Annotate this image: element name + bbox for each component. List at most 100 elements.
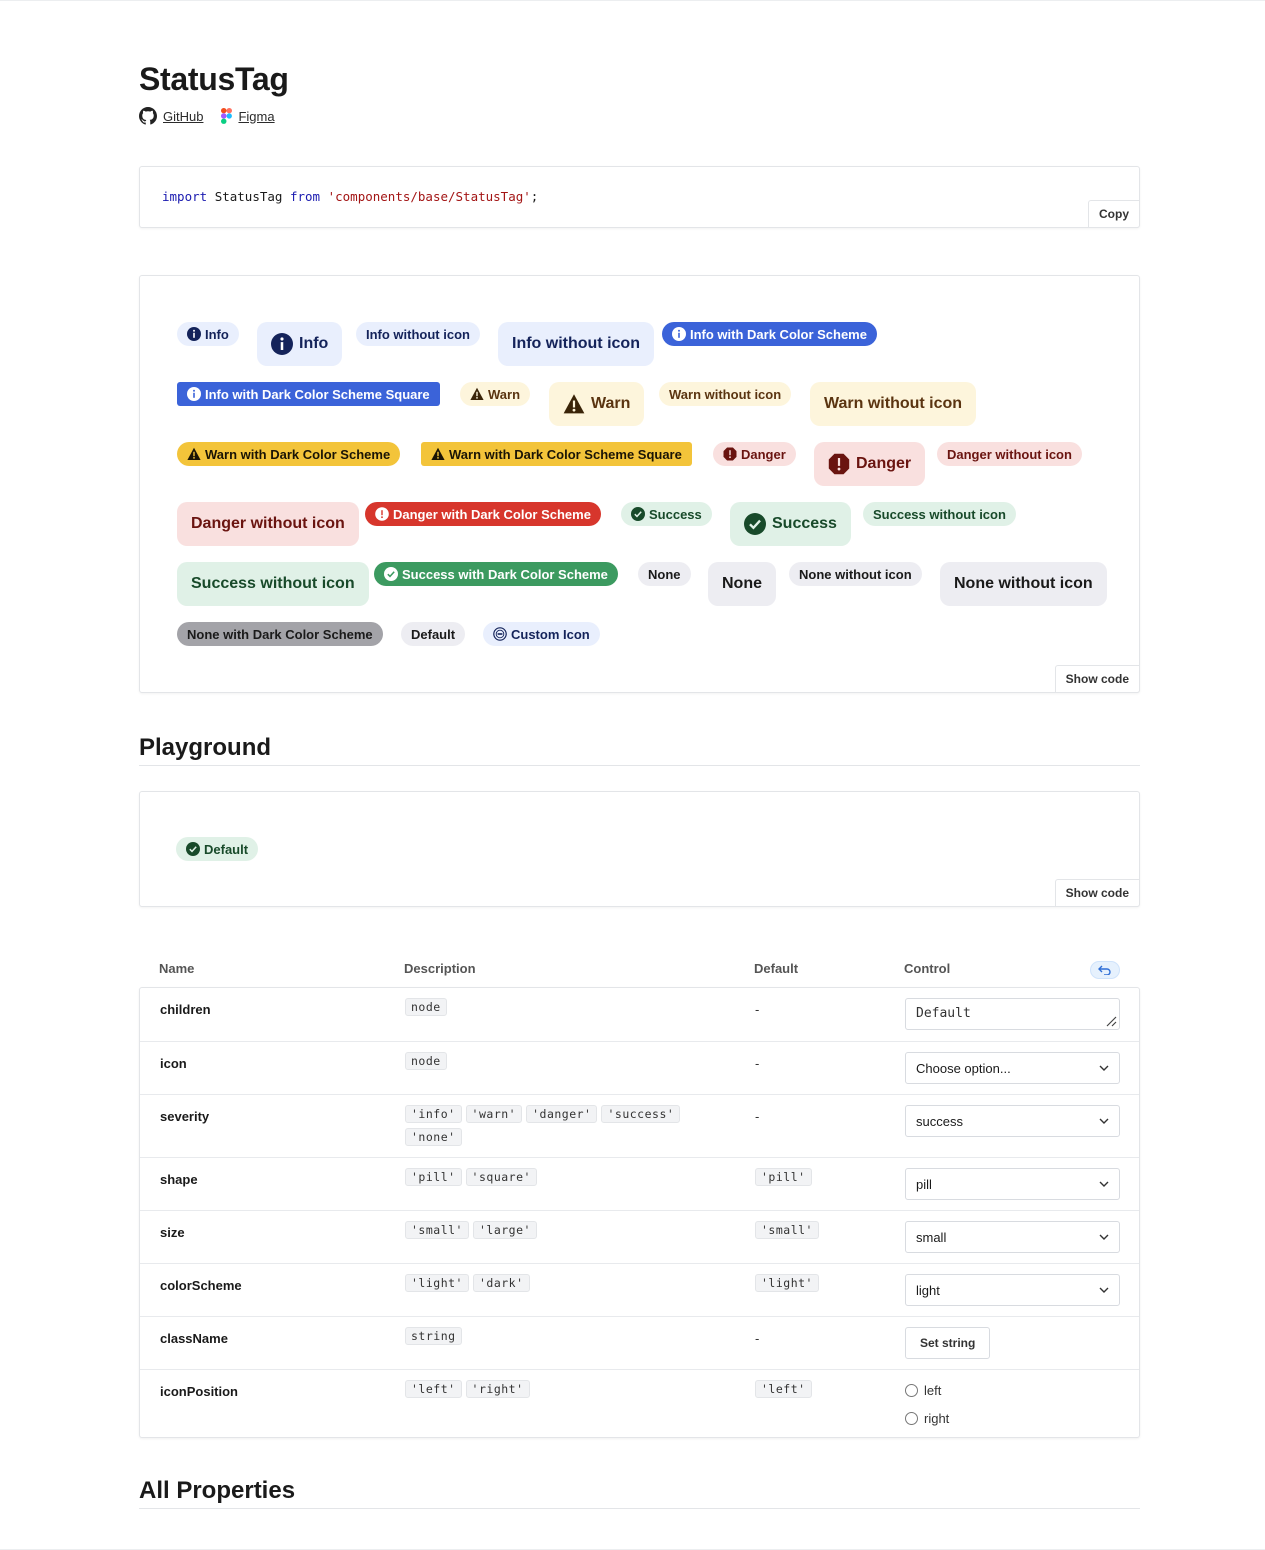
radio-left[interactable]: left [905, 1376, 1120, 1404]
tag-label: Default [204, 841, 249, 857]
type-chip: 'square' [465, 1168, 537, 1186]
type-chip: 'large' [472, 1221, 537, 1239]
header-name: Name [159, 961, 195, 976]
type-chip: 'light' [405, 1274, 469, 1292]
shape-control: pill [905, 1168, 1120, 1200]
radio-right[interactable]: right [905, 1404, 1120, 1432]
info-circle-icon [187, 327, 201, 341]
tag-none-no-icon-small: None without icon [789, 562, 922, 586]
type-chip: 'none' [405, 1128, 462, 1146]
figma-link-label: Figma [238, 108, 275, 124]
prop-name: severity [160, 1109, 210, 1124]
severity-select[interactable]: success [905, 1105, 1120, 1137]
playground-show-code-button[interactable]: Show code [1054, 879, 1140, 907]
import-statement: import StatusTag from 'components/base/S… [162, 189, 538, 204]
header-default: Default [754, 961, 799, 976]
tag-label: Info with Dark Color Scheme Square [205, 386, 430, 402]
tag-info-dark: Info with Dark Color Scheme [662, 322, 877, 346]
radio-label: left [924, 1382, 942, 1398]
prop-name: iconPosition [160, 1384, 238, 1399]
playground-canvas: Default Show code [139, 791, 1140, 907]
undo-icon [1098, 965, 1111, 975]
warning-triangle-icon [431, 447, 445, 461]
prop-description: 'pill' 'square' [405, 1168, 725, 1191]
prop-default: - [755, 1331, 760, 1346]
prop-default: - [755, 1002, 760, 1017]
table-row: icon node - Choose option... [140, 1041, 1139, 1094]
tag-warn-no-icon-small: Warn without icon [659, 382, 792, 406]
radio-circle-icon[interactable] [905, 1383, 918, 1397]
select-value: success [916, 1113, 963, 1129]
chevron-down-icon [1099, 1181, 1109, 1187]
show-code-button[interactable]: Show code [1054, 665, 1140, 693]
type-chip: 'success' [601, 1105, 681, 1123]
exclamation-octagon-icon [723, 447, 737, 461]
check-circle-icon [384, 567, 398, 581]
prop-name: icon [160, 1056, 187, 1071]
select-value: Choose option... [916, 1060, 1011, 1076]
tag-danger-no-icon-small: Danger without icon [937, 442, 1082, 466]
header-control: Control [904, 961, 951, 976]
type-chip: 'right' [465, 1380, 530, 1398]
check-circle-icon [744, 513, 766, 535]
color-scheme-select[interactable]: light [905, 1274, 1120, 1306]
tag-info-dark-square: Info with Dark Color Scheme Square [177, 382, 440, 406]
code-keyword-from: from [289, 189, 321, 204]
tag-warn-small: Warn [460, 382, 531, 406]
all-properties-heading: All Properties [139, 1477, 296, 1504]
icon-control: Choose option... [905, 1052, 1120, 1084]
props-table: Name Description Default Control childre… [139, 951, 1140, 1438]
tag-warn-dark-square: Warn with Dark Color Scheme Square [421, 442, 692, 466]
shape-select[interactable]: pill [905, 1168, 1120, 1200]
github-link[interactable]: GitHub [139, 107, 203, 125]
reset-controls-button[interactable] [1090, 961, 1120, 979]
tag-label: Info [205, 326, 229, 342]
icon-position-control: left right [905, 1376, 1120, 1432]
code-semicolon: ; [530, 189, 539, 204]
prop-default: 'light' [755, 1274, 823, 1297]
warning-triangle-icon [563, 393, 585, 415]
tag-success-no-icon-small: Success without icon [863, 502, 1016, 526]
code-keyword-import: import [162, 189, 208, 204]
table-row: children node - Default [140, 988, 1139, 1041]
size-select[interactable]: small [905, 1221, 1120, 1253]
prop-name: className [160, 1331, 228, 1346]
tag-none-small: None [638, 562, 691, 586]
select-value: pill [916, 1176, 932, 1192]
type-chip: 'danger' [526, 1105, 598, 1123]
playground-divider [139, 765, 1140, 766]
props-table-body: children node - Default icon node - Choo… [139, 987, 1140, 1438]
github-link-label: GitHub [163, 108, 204, 124]
chevron-down-icon [1099, 1234, 1109, 1240]
children-textarea[interactable]: Default [905, 998, 1120, 1030]
table-row: shape 'pill' 'square' 'pill' pill [140, 1157, 1139, 1210]
chevron-down-icon [1099, 1065, 1109, 1071]
prop-description: 'info' 'warn' 'danger' 'success' 'none' [405, 1105, 685, 1151]
info-circle-icon [271, 333, 293, 355]
type-chip: 'warn' [465, 1105, 523, 1123]
figma-link[interactable]: Figma [221, 108, 275, 124]
table-row: size 'small' 'large' 'small' small [140, 1210, 1139, 1263]
tag-label: Success with Dark Color Scheme [402, 566, 608, 582]
tag-success-dark: Success with Dark Color Scheme [374, 562, 618, 586]
check-circle-icon [631, 507, 645, 521]
copy-button[interactable]: Copy [1088, 200, 1140, 228]
prop-name: shape [160, 1172, 198, 1187]
tag-info-small: Info [177, 322, 239, 346]
icon-select[interactable]: Choose option... [905, 1052, 1120, 1084]
tag-success-large: Success [730, 502, 851, 546]
radio-circle-icon[interactable] [905, 1411, 918, 1425]
props-table-header: Name Description Default Control [139, 951, 1140, 987]
info-circle-icon [187, 387, 201, 401]
demo-canvas: Info Info Info without icon Info without… [139, 275, 1140, 693]
prop-name: children [160, 1002, 211, 1017]
exclamation-octagon-icon [375, 507, 389, 521]
exclamation-octagon-icon [828, 453, 850, 475]
type-chip: node [405, 1052, 447, 1070]
tag-label: Danger with Dark Color Scheme [393, 506, 591, 522]
tag-label: Danger [741, 446, 786, 462]
prop-default: - [755, 1109, 760, 1124]
tag-warn-dark: Warn with Dark Color Scheme [177, 442, 401, 466]
set-string-button[interactable]: Set string [905, 1327, 991, 1359]
color-scheme-control: light [905, 1274, 1120, 1306]
